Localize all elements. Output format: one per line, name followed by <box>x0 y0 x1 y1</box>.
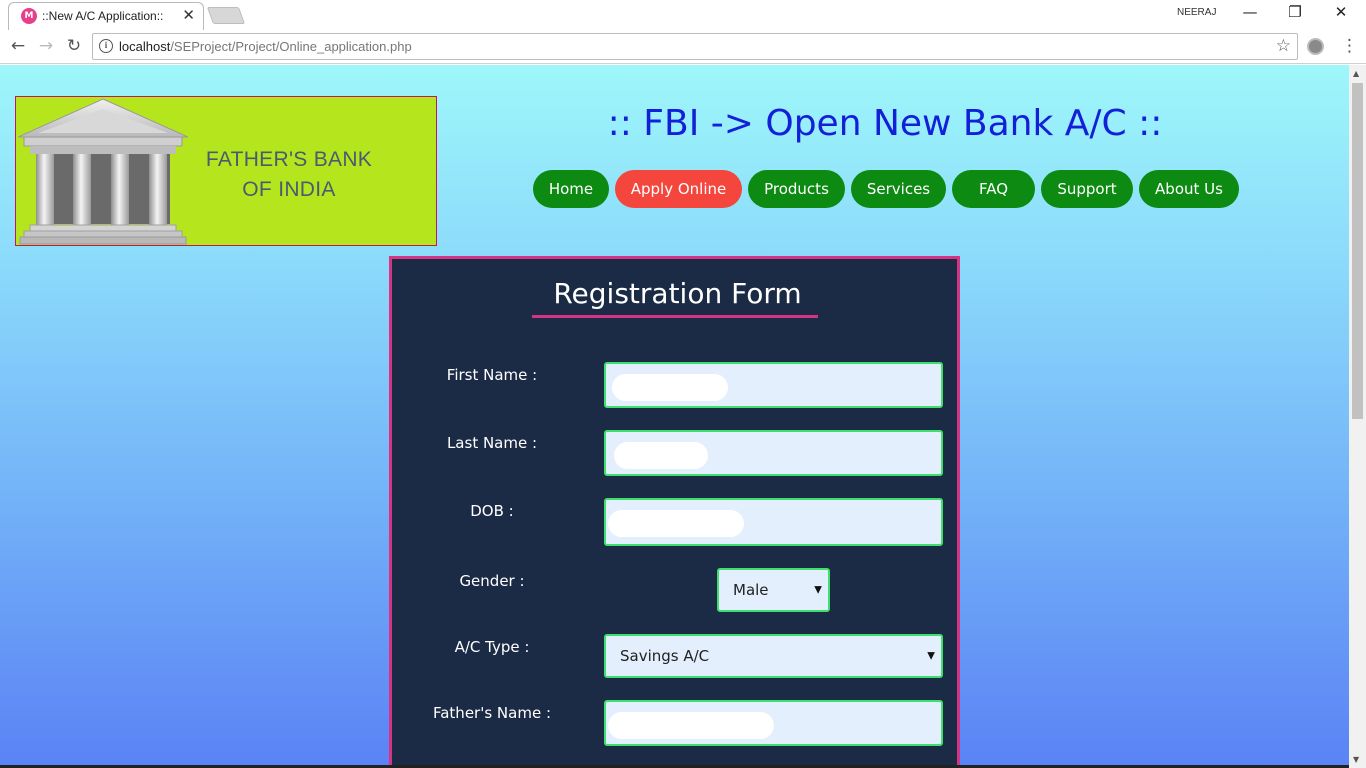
scroll-down-icon[interactable]: ▼ <box>1353 755 1359 764</box>
last-name-label: Last Name : <box>446 434 538 452</box>
address-bar[interactable]: i localhost/SEProject/Project/Online_app… <box>92 33 1298 60</box>
page-viewport: FATHER'S BANK OF INDIA :: FBI -> Open Ne… <box>0 65 1349 768</box>
dropdown-arrow-icon: ▼ <box>927 650 935 662</box>
profile-name[interactable]: NEERAJ <box>1177 7 1216 18</box>
ac-type-select[interactable]: Savings A/C ▼ <box>604 634 943 678</box>
redacted-value <box>608 510 744 537</box>
window-close-icon[interactable]: ✕ <box>1326 3 1356 21</box>
form-title-underline <box>532 315 818 318</box>
url-path: /SEProject/Project/Online_application.ph… <box>170 39 412 54</box>
redacted-value <box>614 442 708 469</box>
nav-home[interactable]: Home <box>533 170 609 208</box>
new-tab-button[interactable] <box>206 7 246 24</box>
bank-building-icon <box>18 98 188 245</box>
form-title: Registration Form <box>553 277 802 310</box>
registration-form: Registration Form First Name : Last Name… <box>389 256 960 768</box>
info-icon[interactable]: i <box>99 39 113 53</box>
minimize-icon[interactable]: — <box>1235 3 1265 21</box>
logo-line-2: OF INDIA <box>242 178 336 201</box>
redacted-value <box>608 712 774 739</box>
back-icon[interactable]: ← <box>8 36 28 56</box>
father-name-input[interactable] <box>604 700 943 746</box>
restore-icon[interactable]: ❐ <box>1280 3 1310 21</box>
nav-about-us[interactable]: About Us <box>1139 170 1239 208</box>
bookmark-star-icon[interactable]: ☆ <box>1276 36 1291 56</box>
last-name-input[interactable] <box>604 430 943 476</box>
bank-logo[interactable]: FATHER'S BANK OF INDIA <box>15 96 437 246</box>
nav-apply-online[interactable]: Apply Online <box>615 170 742 208</box>
first-name-input[interactable] <box>604 362 943 408</box>
tab-close-icon[interactable]: ✕ <box>182 6 195 24</box>
browser-tab-bar: M ::New A/C Application:: ✕ NEERAJ — ❐ ✕ <box>0 0 1366 30</box>
dob-label: DOB : <box>470 502 514 520</box>
dropdown-arrow-icon: ▼ <box>814 584 822 596</box>
url-text[interactable]: localhost/SEProject/Project/Online_appli… <box>119 39 412 54</box>
browser-menu-icon[interactable]: ⋮ <box>1341 36 1358 56</box>
browser-tab[interactable]: M ::New A/C Application:: ✕ <box>8 2 204 30</box>
scrollbar-thumb[interactable] <box>1352 83 1363 419</box>
nav-services[interactable]: Services <box>851 170 946 208</box>
extension-icon[interactable] <box>1307 38 1324 55</box>
logo-text: FATHER'S BANK OF INDIA <box>176 145 402 205</box>
dob-input[interactable] <box>604 498 943 546</box>
tab-title: ::New A/C Application:: <box>42 9 164 23</box>
gender-label: Gender : <box>459 572 525 590</box>
page-title: :: FBI -> Open New Bank A/C :: <box>607 103 1163 144</box>
reload-icon[interactable]: ↻ <box>64 36 84 56</box>
first-name-label: First Name : <box>446 366 538 384</box>
vertical-scrollbar[interactable]: ▲ ▼ <box>1349 65 1366 768</box>
nav-faq[interactable]: FAQ <box>952 170 1035 208</box>
ac-type-select-value: Savings A/C <box>620 647 710 665</box>
scroll-up-icon[interactable]: ▲ <box>1353 69 1359 78</box>
favicon-icon: M <box>21 8 37 24</box>
redacted-value <box>612 374 728 401</box>
forward-icon[interactable]: → <box>36 36 56 56</box>
browser-toolbar: ← → ↻ i localhost/SEProject/Project/Onli… <box>0 30 1366 64</box>
father-name-label: Father's Name : <box>432 704 551 722</box>
gender-select-value: Male <box>733 581 769 599</box>
gender-select[interactable]: Male ▼ <box>717 568 830 612</box>
nav-products[interactable]: Products <box>748 170 845 208</box>
nav-support[interactable]: Support <box>1041 170 1133 208</box>
url-host: localhost <box>119 39 171 54</box>
logo-line-1: FATHER'S BANK <box>205 148 373 171</box>
ac-type-label: A/C Type : <box>454 638 530 656</box>
